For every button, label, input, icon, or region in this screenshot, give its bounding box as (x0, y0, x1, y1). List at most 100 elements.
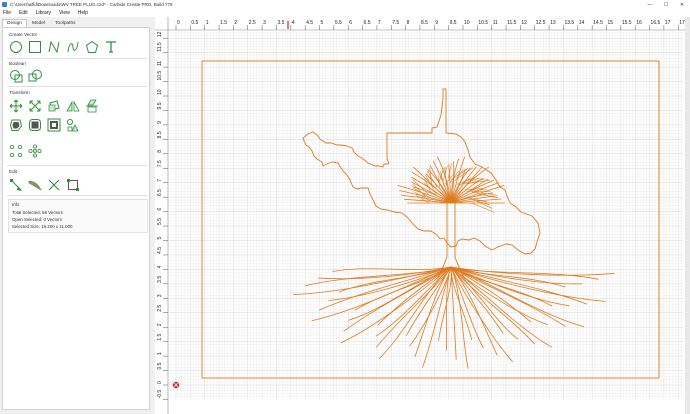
ruler-y-label: 7.5 (157, 160, 163, 167)
menu-edit[interactable]: Edit (19, 10, 28, 16)
ruler-x-label: 0.5 (191, 20, 198, 26)
design-canvas[interactable]: 0 0.5 1 1.5 2 2.5 3 3.5 4 4.5 5 5.5 6 6.5 7 7.5 8 8.5 9 9.5… (155, 17, 690, 414)
ruler-x-label: 8.5 (421, 20, 428, 26)
section-divider (7, 195, 147, 196)
rotate-tool-button[interactable] (47, 99, 61, 113)
subtract-tool-button[interactable] (28, 69, 42, 83)
ruler-y-label: 7 (157, 179, 163, 182)
circle-tool-button[interactable] (9, 40, 23, 54)
array-tool-button[interactable] (66, 118, 80, 132)
edit-heading: Edit (9, 169, 17, 174)
text-icon (106, 41, 116, 53)
ruler-y-label: 8 (157, 150, 163, 153)
move-tool-button[interactable] (9, 99, 23, 113)
boolean-heading: Boolean (9, 61, 26, 66)
join-tool-button[interactable] (66, 178, 80, 192)
ruler-y-label: 0.5 (157, 362, 163, 369)
tab-toolpaths[interactable]: Toolpaths (50, 19, 81, 27)
curve-tool-button[interactable] (66, 40, 80, 54)
rotate-icon (48, 100, 60, 112)
menu-help[interactable]: Help (78, 10, 88, 16)
text-tool-button[interactable] (104, 40, 118, 54)
offset-tool-button[interactable] (9, 118, 23, 132)
section-divider (7, 58, 147, 59)
origin-marker[interactable] (172, 381, 180, 389)
fillet-tool-button[interactable] (28, 118, 42, 132)
ruler-x-label: 15.5 (622, 20, 632, 26)
knife-icon (28, 180, 42, 191)
ruler-y-label: 2.5 (157, 305, 163, 312)
total-selected-text: Total Selected: 58 Vectors (12, 210, 63, 215)
menu-file[interactable]: File (3, 10, 11, 16)
ruler-x-label: 1 (206, 20, 209, 26)
menu-library[interactable]: Library (36, 10, 51, 16)
trim-tool-button[interactable] (47, 178, 61, 192)
ruler-y-label: 1.5 (157, 333, 163, 340)
ruler-x-label: 16.5 (651, 20, 661, 26)
ruler-y-label: 11.5 (157, 42, 163, 52)
ruler-y-label: 8.5 (157, 131, 163, 138)
maximize-button[interactable]: ☐ (658, 0, 674, 9)
ruler-x-label: 2.5 (249, 20, 256, 26)
canvas-drawing[interactable]: 0 0.5 1 1.5 2 2.5 3 3.5 4 4.5 5 5.5 6 6.5 7 7.5 8 8.5 9 9.5… (155, 17, 685, 414)
ruler-y-label: 9 (157, 121, 163, 124)
design-sidebar: Create Vector Boolean Transform Edit Inf… (2, 27, 150, 410)
array-icon (67, 119, 79, 132)
ruler-x-label: 5 (321, 20, 324, 26)
ruler-y-label: 11 (157, 61, 163, 66)
polygon-icon (85, 40, 99, 53)
ruler-y-label: 3 (157, 294, 163, 297)
circular-array-tool-button[interactable] (9, 144, 23, 158)
polyline-tool-button[interactable] (47, 40, 61, 54)
linear-array-tool-button[interactable] (28, 144, 42, 158)
window-title: C:\Users\wfld\Downloads\WV TREE PLUG.c2d… (10, 2, 173, 7)
ruler-x-label: 12 (521, 20, 527, 26)
mirror-tool-button[interactable] (66, 99, 80, 113)
tab-model[interactable]: Model (27, 19, 50, 27)
info-heading: Info (12, 202, 20, 207)
menu-view[interactable]: View (59, 10, 70, 16)
ruler-x-label: 12.5 (536, 20, 546, 26)
ruler-x-label: 3 (263, 20, 266, 26)
ruler-y-label: 6.5 (157, 189, 163, 196)
close-button[interactable]: ✕ (674, 0, 690, 9)
polyline-icon (48, 40, 60, 54)
join-icon (67, 179, 79, 191)
group-tool-button[interactable] (47, 118, 61, 132)
trim-icon (48, 179, 60, 191)
selected-size-text: Selected Size: 16.200 x 11.000 (12, 224, 73, 229)
ruler-x-label: 10.5 (478, 20, 488, 26)
subtract-icon (28, 69, 42, 82)
ruler-x-label: 7.5 (392, 20, 399, 26)
ruler-x-label: 16 (636, 20, 642, 26)
ruler-x-label: 11.5 (507, 20, 517, 26)
fillet-icon (29, 119, 41, 131)
ruler-x-label: 11 (493, 20, 498, 26)
ruler-y-label: 1 (157, 352, 163, 355)
create-vector-heading: Create Vector (9, 32, 38, 37)
ruler-y-label: 6 (157, 208, 163, 211)
ruler-y-label: 5.5 (157, 218, 163, 225)
align-tool-button[interactable] (85, 99, 99, 113)
node-edit-tool-button[interactable] (9, 178, 23, 192)
weld-icon (10, 70, 23, 83)
polygon-tool-button[interactable] (85, 40, 99, 54)
ruler-y-label: 10 (157, 89, 163, 95)
ruler-x-label: 1.5 (220, 20, 227, 26)
tab-design[interactable]: Design (2, 19, 27, 27)
ruler-y-label: 3.5 (157, 276, 163, 283)
knife-tool-button[interactable] (28, 178, 42, 192)
ruler-y-label: -0.5 (157, 390, 163, 399)
weld-tool-button[interactable] (9, 69, 23, 83)
ruler-y-label: 4 (157, 265, 163, 268)
mirror-icon (66, 100, 80, 112)
scale-tool-button[interactable] (28, 99, 42, 113)
ruler-x-label: 8 (407, 20, 410, 26)
ruler-x-label: 14 (579, 20, 585, 26)
offset-icon (9, 119, 23, 131)
vertical-scrollbar[interactable] (685, 17, 690, 414)
ruler-x-label: 2 (234, 20, 237, 26)
scale-icon (29, 100, 41, 112)
minimize-button[interactable]: — (642, 0, 658, 9)
rectangle-tool-button[interactable] (28, 40, 42, 54)
